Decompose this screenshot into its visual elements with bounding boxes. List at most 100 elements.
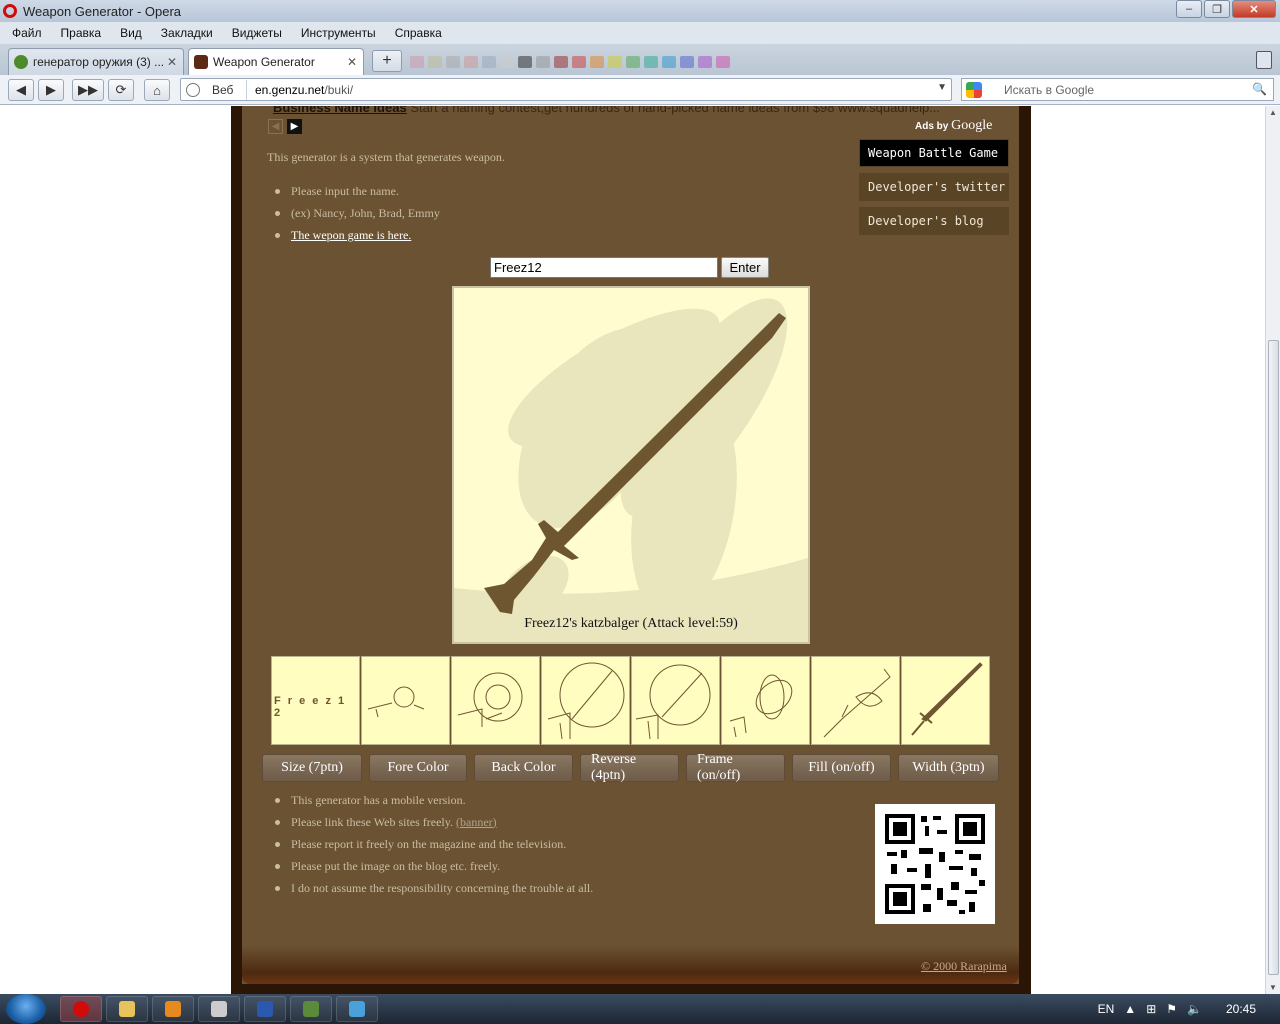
thumbnail-step-5[interactable]	[631, 656, 720, 745]
weapon-katzbalger-icon	[454, 298, 808, 642]
tab-weapon-generator[interactable]: Weapon Generator ✕	[188, 48, 364, 75]
chevron-down-icon[interactable]: ▼	[937, 82, 947, 93]
back-color-button[interactable]: Back Color	[474, 754, 573, 782]
taskbar-paint-icon[interactable]	[336, 996, 378, 1022]
address-toolbar: ◀ ▶ ▶▶ ⟳ ⌂ Веб en.genzu.net /buki/ ▼ Иск…	[0, 75, 1280, 105]
banner-link[interactable]: (banner)	[456, 815, 497, 830]
action-center-icon[interactable]: ⚑	[1166, 1002, 1177, 1016]
design-step-thumbnails: F r e e z 1 2	[271, 656, 991, 745]
volume-icon[interactable]: 🔈	[1187, 1002, 1202, 1016]
thumbnail-step-1[interactable]: F r e e z 1 2	[271, 656, 360, 745]
vertical-scrollbar[interactable]: ▲ ▼	[1265, 106, 1280, 994]
menu-view[interactable]: Вид	[120, 26, 142, 40]
width-button[interactable]: Width (3ptn)	[898, 754, 999, 782]
taskbar-opera-icon[interactable]	[60, 996, 102, 1022]
opera-logo-icon	[3, 4, 17, 18]
ad-title[interactable]: Business Name Ideas	[273, 106, 407, 115]
scroll-down-icon[interactable]: ▼	[1269, 983, 1277, 992]
tray-expand-icon[interactable]: ▲	[1124, 1002, 1136, 1016]
clock-time[interactable]: 20:45	[1226, 1002, 1256, 1016]
search-field[interactable]: Искать в Google 🔍	[961, 78, 1274, 101]
home-icon[interactable]: ⌂	[144, 79, 170, 101]
closed-tabs-trash-icon[interactable]	[1256, 51, 1272, 69]
menu-tools[interactable]: Инструменты	[301, 26, 376, 40]
ads-by-google[interactable]: Ads by Google	[915, 118, 992, 134]
menu-widgets[interactable]: Виджеты	[232, 26, 282, 40]
minimize-icon[interactable]: –	[1176, 0, 1202, 18]
list-item: Please input the name.	[275, 180, 440, 202]
list-item: (ex) Nancy, John, Brad, Emmy	[275, 202, 440, 224]
ad-prev-arrow-icon[interactable]: ◀	[268, 119, 283, 134]
enter-button[interactable]: Enter	[721, 257, 769, 278]
taskbar-minecraft-icon[interactable]	[290, 996, 332, 1022]
developer-blog-link[interactable]: Developer's blog	[859, 207, 1009, 235]
taskbar-calculator-icon[interactable]	[198, 996, 240, 1022]
taskbar-media-player-icon[interactable]	[152, 996, 194, 1022]
address-field[interactable]: Веб en.genzu.net /buki/ ▼	[180, 78, 952, 101]
menu-bar: Файл Правка Вид Закладки Виджеты Инструм…	[0, 22, 1280, 44]
window-titlebar: Weapon Generator - Opera – ❐ ✕	[0, 0, 1280, 22]
thumbnail-step-7[interactable]	[811, 656, 900, 745]
page-footer-band	[242, 946, 1019, 984]
menu-bookmarks[interactable]: Закладки	[161, 26, 213, 40]
notes-list: This generator has a mobile version. Ple…	[275, 789, 593, 899]
forward-arrow-icon[interactable]: ▶	[38, 79, 64, 101]
reverse-button[interactable]: Reverse (4ptn)	[580, 752, 679, 783]
thumbnail-step-2[interactable]	[361, 656, 450, 745]
ads-by-label: Ads by	[915, 121, 949, 132]
tab-weapon-generator-ru[interactable]: генератор оружия (3) ... ✕	[8, 48, 184, 75]
game-link[interactable]: The wepon game is here.	[291, 228, 411, 243]
size-button[interactable]: Size (7ptn)	[262, 754, 362, 782]
menu-file[interactable]: Файл	[12, 26, 42, 40]
copyright-link[interactable]: © 2000 Rarapima	[921, 959, 1007, 974]
windows-taskbar: EN ▲ ⊞ ⚑ 🔈 20:45	[0, 994, 1280, 1024]
weapon-battle-game-link[interactable]: Weapon Battle Game	[859, 139, 1009, 167]
reload-icon[interactable]: ⟳	[108, 79, 134, 101]
thumbnail-step-3[interactable]	[451, 656, 540, 745]
network-icon[interactable]: ⊞	[1146, 1002, 1156, 1016]
list-item: The wepon game is here.	[275, 224, 440, 246]
menu-edit[interactable]: Правка	[61, 26, 102, 40]
search-icon[interactable]: 🔍	[1252, 82, 1267, 96]
note-text: Please link these Web sites freely.	[291, 814, 453, 829]
ad-next-arrow-icon[interactable]: ▶	[287, 119, 302, 134]
page-viewport: Business Name Ideas Start a naming conte…	[0, 106, 1265, 994]
thumbnail-step-6[interactable]	[721, 656, 810, 745]
scrollbar-thumb[interactable]	[1268, 340, 1279, 975]
thumbnail-step-8[interactable]	[901, 656, 990, 745]
close-tab-icon[interactable]: ✕	[347, 55, 357, 69]
globe-icon	[186, 82, 200, 97]
tab-label: генератор оружия (3) ...	[33, 55, 165, 69]
start-button-icon[interactable]	[6, 994, 46, 1024]
url-host: en.genzu.net	[255, 82, 325, 97]
frame-toggle-button[interactable]: Frame (on/off)	[686, 752, 785, 783]
close-tab-icon[interactable]: ✕	[167, 55, 177, 69]
scroll-up-icon[interactable]: ▲	[1269, 108, 1277, 117]
list-item: Please report it freely on the magazine …	[275, 833, 593, 855]
thumbnail-step-4[interactable]	[541, 656, 630, 745]
weapon-caption: Freez12's katzbalger (Attack level:59)	[524, 616, 738, 631]
ad-link[interactable]: Business Name Ideas Start a naming conte…	[273, 106, 988, 115]
maximize-icon[interactable]: ❐	[1204, 0, 1230, 18]
new-tab-plus-icon[interactable]: +	[372, 50, 402, 72]
name-input[interactable]	[490, 257, 718, 278]
taskbar-explorer-icon[interactable]	[106, 996, 148, 1022]
taskbar-save-icon[interactable]	[244, 996, 286, 1022]
close-icon[interactable]: ✕	[1232, 0, 1276, 18]
fore-color-button[interactable]: Fore Color	[369, 754, 467, 782]
developer-twitter-link[interactable]: Developer's twitter	[859, 173, 1009, 201]
tab-label: Weapon Generator	[213, 55, 315, 69]
google-icon[interactable]	[966, 81, 982, 98]
fast-forward-icon[interactable]: ▶▶	[72, 79, 104, 101]
fill-toggle-button[interactable]: Fill (on/off)	[792, 754, 891, 782]
ads-brand: Google	[951, 118, 993, 133]
web-label: Веб	[212, 82, 234, 97]
language-indicator[interactable]: EN	[1098, 1002, 1115, 1016]
back-arrow-icon[interactable]: ◀	[8, 79, 34, 101]
search-placeholder: Искать в Google	[1004, 82, 1095, 97]
menu-help[interactable]: Справка	[395, 26, 442, 40]
side-links: Weapon Battle Game Developer's twitter D…	[859, 139, 1009, 241]
list-item: This generator has a mobile version.	[275, 789, 593, 811]
ad-nav: ◀ ▶	[268, 119, 302, 134]
ad-text: Start a naming contest,get hundreds of h…	[410, 106, 941, 115]
